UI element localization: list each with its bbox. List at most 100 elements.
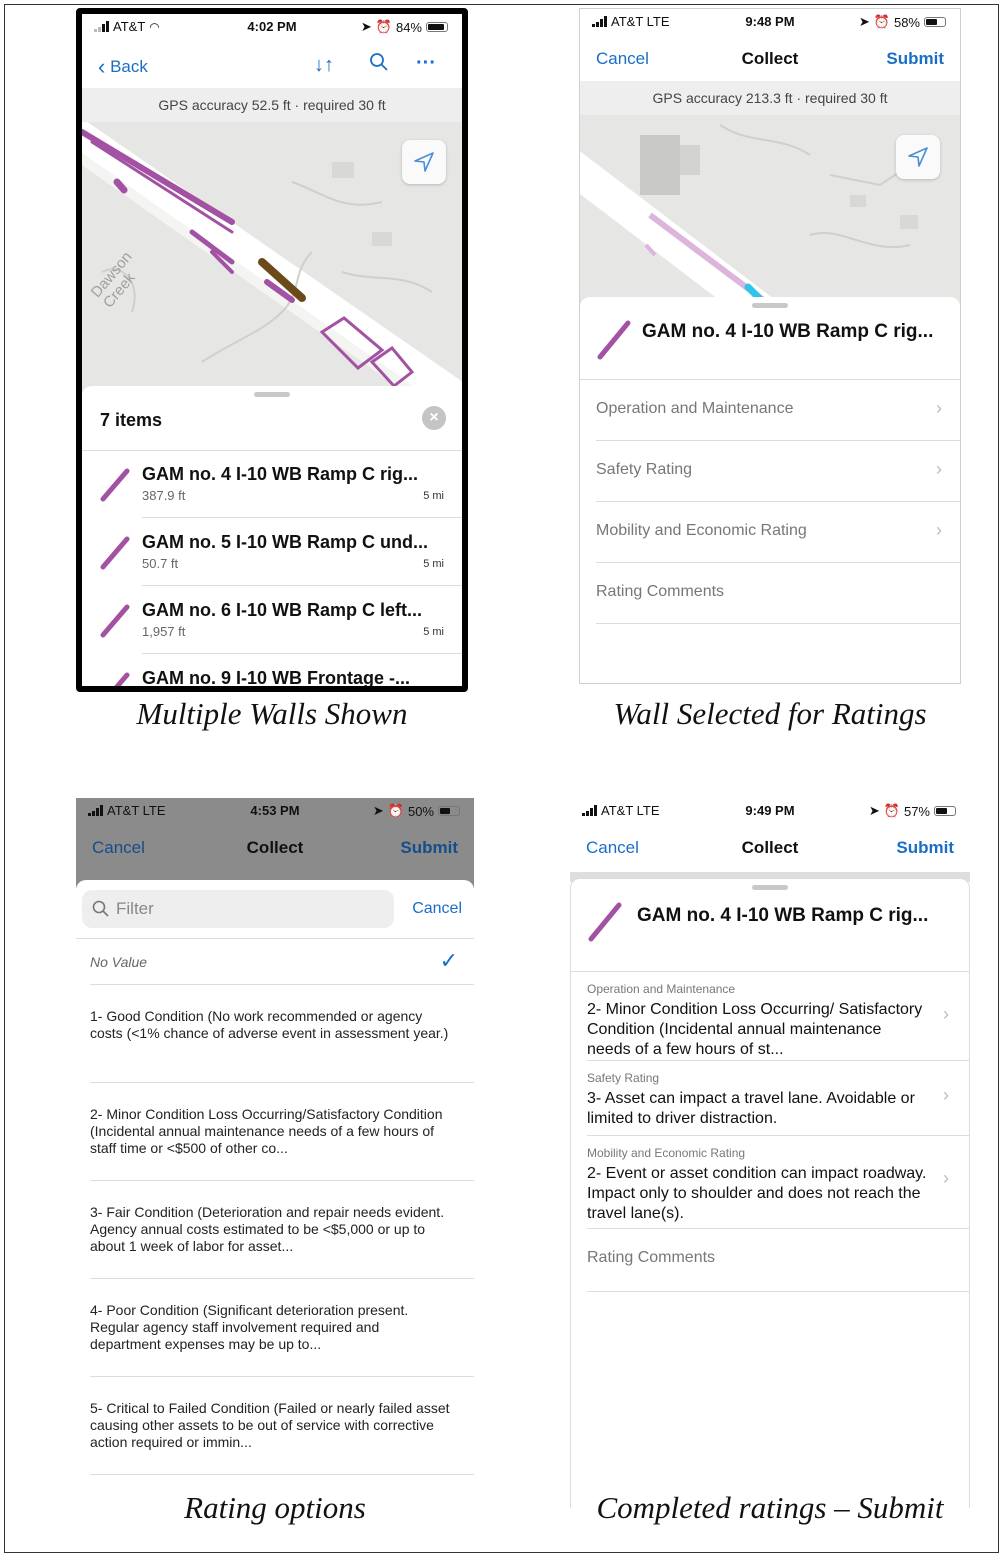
- results-sheet: 7 items × GAM no. 4 I-10 WB Ramp C rig..…: [82, 386, 462, 686]
- chevron-right-icon: ›: [936, 459, 942, 479]
- panel-multiple-walls: AT&T ◠ 4:02 PM ➤ ⏰ 84% ‹ Back ↓↑ ··· GPS ac…: [76, 8, 468, 692]
- panel-completed-ratings: AT&T LTE 9:49 PM ➤ ⏰ 57% Cancel Collect Su…: [570, 798, 970, 1508]
- option-text: 3- Fair Condition (Deterioration and rep…: [90, 1204, 445, 1254]
- location-arrow-icon: ➤: [360, 19, 372, 34]
- line-feature-icon: [114, 672, 130, 686]
- location-arrow-icon: ➤: [868, 803, 880, 818]
- battery-icon: [934, 806, 956, 816]
- alarm-icon: ⏰: [375, 19, 392, 34]
- battery-percent: 58%: [893, 14, 920, 30]
- chevron-right-icon: ›: [943, 1168, 949, 1188]
- back-button[interactable]: ‹ Back: [98, 54, 148, 80]
- field-label: Safety Rating: [596, 461, 693, 478]
- list-item[interactable]: GAM no. 6 I-10 WB Ramp C left... 1,957 f…: [82, 586, 462, 654]
- rating-value: 2- Event or asset condition can impact r…: [587, 1165, 927, 1222]
- field-label: Operation and Maintenance: [596, 400, 794, 417]
- feature-title: GAM no. 4 I-10 WB Ramp C rig...: [642, 321, 934, 342]
- field-mobility-economic[interactable]: Mobility and Economic Rating ›: [580, 502, 960, 563]
- feature-sheet: GAM no. 4 I-10 WB Ramp C rig... Operatio…: [580, 297, 960, 683]
- chevron-left-icon: ‹: [98, 54, 106, 79]
- back-label: Back: [110, 57, 148, 76]
- rating-mobility-economic[interactable]: Mobility and Economic Rating 2- Event or…: [571, 1136, 969, 1229]
- checkmark-icon: ✓: [439, 948, 458, 973]
- status-bar: AT&T ◠ 4:02 PM ➤ ⏰ 84%: [82, 14, 462, 40]
- field-safety-rating[interactable]: Safety Rating ›: [580, 441, 960, 502]
- list-item[interactable]: GAM no. 9 I-10 WB Frontage -...: [82, 654, 462, 686]
- search-icon[interactable]: [369, 52, 389, 77]
- option-text: 4- Poor Condition (Significant deteriora…: [90, 1302, 409, 1352]
- list-item[interactable]: GAM no. 4 I-10 WB Ramp C rig... 387.9 ft…: [82, 450, 462, 518]
- option-text: 2- Minor Condition Loss Occurring/Satisf…: [90, 1106, 443, 1156]
- submit-button[interactable]: Submit: [400, 838, 458, 858]
- line-feature-icon: [588, 902, 622, 942]
- sheet-handle[interactable]: [254, 392, 290, 397]
- item-title: GAM no. 9 I-10 WB Frontage -...: [142, 668, 411, 686]
- caption-panel-2: Wall Selected for Ratings: [613, 696, 927, 731]
- option-no-value[interactable]: No Value ✓: [76, 938, 474, 985]
- divider: [587, 1291, 969, 1292]
- nav-bar: ‹ Back ↓↑ ···: [82, 48, 462, 88]
- battery-icon: [438, 806, 460, 816]
- rating-value: 2- Minor Condition Loss Occurring/ Satis…: [587, 1001, 923, 1058]
- sort-icon[interactable]: ↓↑: [314, 54, 334, 77]
- nav-bar: Cancel Collect Submit: [580, 41, 960, 81]
- filter-cancel-button[interactable]: Cancel: [412, 900, 462, 918]
- option-1[interactable]: 1- Good Condition (No work recommended o…: [76, 984, 474, 1083]
- field-label: Rating Comments: [587, 1249, 716, 1266]
- item-length: 50.7 ft: [142, 556, 179, 571]
- location-arrow-icon: [414, 152, 434, 172]
- field-operation-maintenance[interactable]: Operation and Maintenance ›: [580, 380, 960, 441]
- map-view[interactable]: [580, 115, 960, 315]
- rating-value: 3- Asset can impact a travel lane. Avoid…: [587, 1090, 915, 1127]
- list-item[interactable]: GAM no. 5 I-10 WB Ramp C und... 50.7 ft …: [82, 518, 462, 586]
- status-bar: AT&T LTE 9:49 PM ➤ ⏰ 57%: [570, 798, 970, 824]
- caption-panel-3: Rating options: [184, 1490, 366, 1525]
- sheet-handle[interactable]: [752, 303, 788, 308]
- item-title: GAM no. 4 I-10 WB Ramp C rig...: [142, 464, 419, 484]
- gps-accuracy-banner: GPS accuracy 52.5 ft · required 30 ft: [82, 88, 462, 122]
- alarm-icon: ⏰: [873, 14, 890, 29]
- search-icon: [92, 900, 109, 917]
- item-length: 1,957 ft: [142, 624, 186, 639]
- locate-button[interactable]: [402, 140, 446, 184]
- filter-placeholder: Filter: [116, 899, 154, 918]
- locate-button[interactable]: [896, 135, 940, 179]
- rating-operation-maintenance[interactable]: Operation and Maintenance 2- Minor Condi…: [571, 972, 969, 1061]
- rating-label: Operation and Maintenance: [587, 982, 736, 996]
- panel-rating-options: AT&T LTE 4:53 PM ➤ ⏰ 50% Cancel Collect Su…: [76, 798, 474, 1488]
- field-rating-comments[interactable]: Rating Comments: [580, 563, 960, 624]
- option-3[interactable]: 3- Fair Condition (Deterioration and rep…: [76, 1180, 474, 1279]
- location-arrow-icon: ➤: [858, 14, 870, 29]
- battery-icon: [924, 17, 946, 27]
- submit-button[interactable]: Submit: [886, 49, 944, 69]
- rating-label: Mobility and Economic Rating: [587, 1146, 746, 1160]
- option-4[interactable]: 4- Poor Condition (Significant deteriora…: [76, 1278, 474, 1377]
- rating-safety[interactable]: Safety Rating 3- Asset can impact a trav…: [571, 1061, 969, 1136]
- feature-sheet: GAM no. 4 I-10 WB Ramp C rig... Operatio…: [570, 878, 970, 1508]
- option-text: 1- Good Condition (No work recommended o…: [90, 1008, 449, 1041]
- divider: [596, 623, 960, 624]
- item-distance: 5 mi: [423, 490, 444, 502]
- map-view[interactable]: Dawson Creek: [82, 122, 462, 392]
- item-title: GAM no. 6 I-10 WB Ramp C left...: [142, 600, 423, 620]
- sheet-handle[interactable]: [752, 885, 788, 890]
- option-5[interactable]: 5- Critical to Failed Condition (Failed …: [76, 1376, 474, 1475]
- location-arrow-icon: ➤: [372, 803, 384, 818]
- rating-comments[interactable]: Rating Comments: [571, 1229, 969, 1292]
- option-text: 5- Critical to Failed Condition (Failed …: [90, 1400, 450, 1450]
- status-bar: AT&T LTE 9:48 PM ➤ ⏰ 58%: [580, 9, 960, 35]
- no-value-label: No Value: [90, 954, 148, 970]
- filter-input[interactable]: Filter: [82, 890, 394, 928]
- caption-panel-4: Completed ratings – Submit: [596, 1490, 944, 1525]
- nav-bar: Cancel Collect Submit: [570, 832, 970, 872]
- submit-button[interactable]: Submit: [896, 838, 954, 858]
- chevron-right-icon: ›: [943, 1085, 949, 1105]
- line-feature-icon: [597, 320, 631, 360]
- location-arrow-icon: [908, 147, 928, 167]
- alarm-icon: ⏰: [387, 803, 404, 818]
- close-icon[interactable]: ×: [422, 406, 446, 430]
- divider: [90, 1474, 474, 1475]
- battery-percent: 50%: [407, 803, 434, 819]
- option-2[interactable]: 2- Minor Condition Loss Occurring/Satisf…: [76, 1082, 474, 1181]
- more-icon[interactable]: ···: [416, 52, 436, 75]
